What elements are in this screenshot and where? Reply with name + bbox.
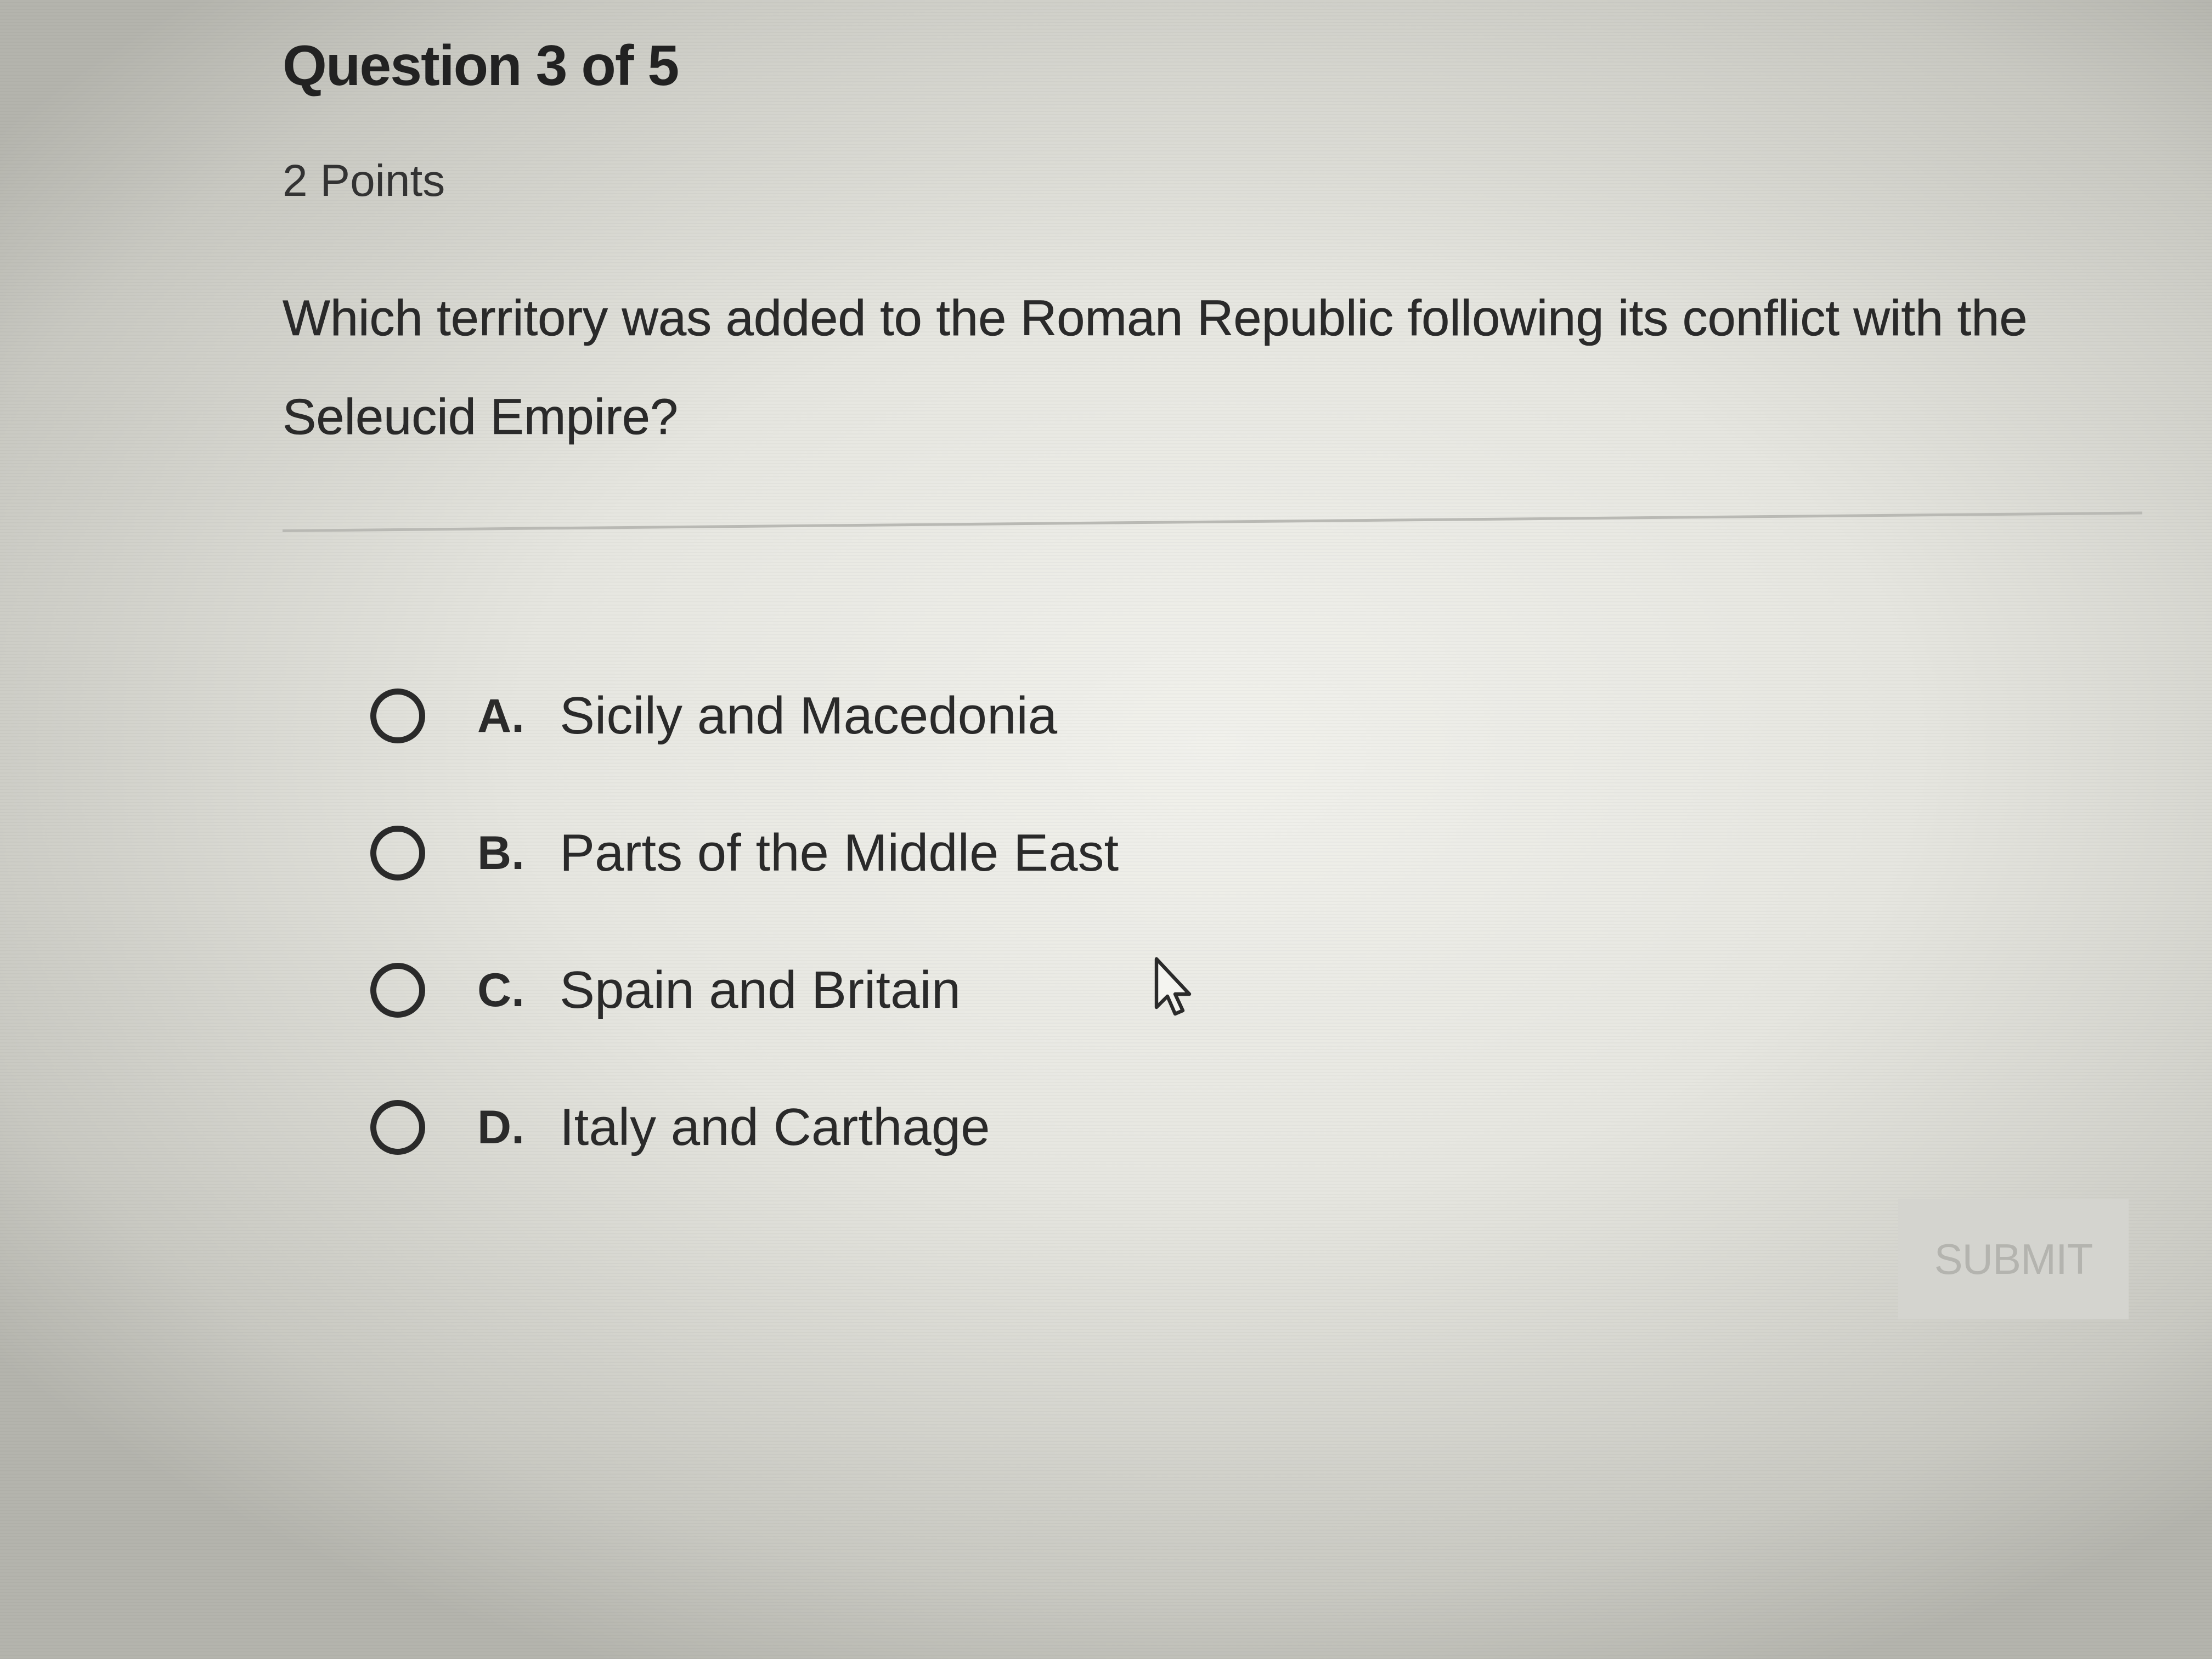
divider [282, 511, 2142, 532]
option-b[interactable]: B. Parts of the Middle East [370, 785, 1119, 922]
radio-circle-icon[interactable] [370, 689, 425, 743]
question-text: Which territory was added to the Roman R… [283, 290, 2028, 445]
option-c[interactable]: C. Spain and Britain [370, 922, 1119, 1059]
option-text: Parts of the Middle East [560, 823, 1119, 882]
points-label: 2 Points [283, 156, 445, 206]
answer-options: A. Sicily and Macedonia B. Parts of the … [370, 647, 1119, 1196]
radio-circle-icon[interactable] [370, 1100, 425, 1155]
option-a[interactable]: A. Sicily and Macedonia [370, 647, 1119, 785]
option-letter: A. [477, 689, 524, 742]
radio-circle-icon[interactable] [370, 826, 425, 881]
question-header: Question 3 of 5 [283, 34, 679, 98]
option-d[interactable]: D. Italy and Carthage [370, 1059, 1119, 1196]
radio-circle-icon[interactable] [370, 963, 425, 1018]
quiz-panel: Question 3 of 5 2 Points Which territory… [283, 33, 2142, 1156]
option-letter: D. [477, 1101, 524, 1154]
option-text: Sicily and Macedonia [560, 686, 1058, 745]
option-letter: C. [477, 963, 524, 1017]
mouse-pointer-icon [1154, 957, 1192, 1016]
submit-button[interactable]: SUBMIT [1898, 1199, 2129, 1319]
option-text: Spain and Britain [560, 961, 961, 1019]
option-letter: B. [477, 826, 524, 879]
option-text: Italy and Carthage [560, 1098, 990, 1156]
